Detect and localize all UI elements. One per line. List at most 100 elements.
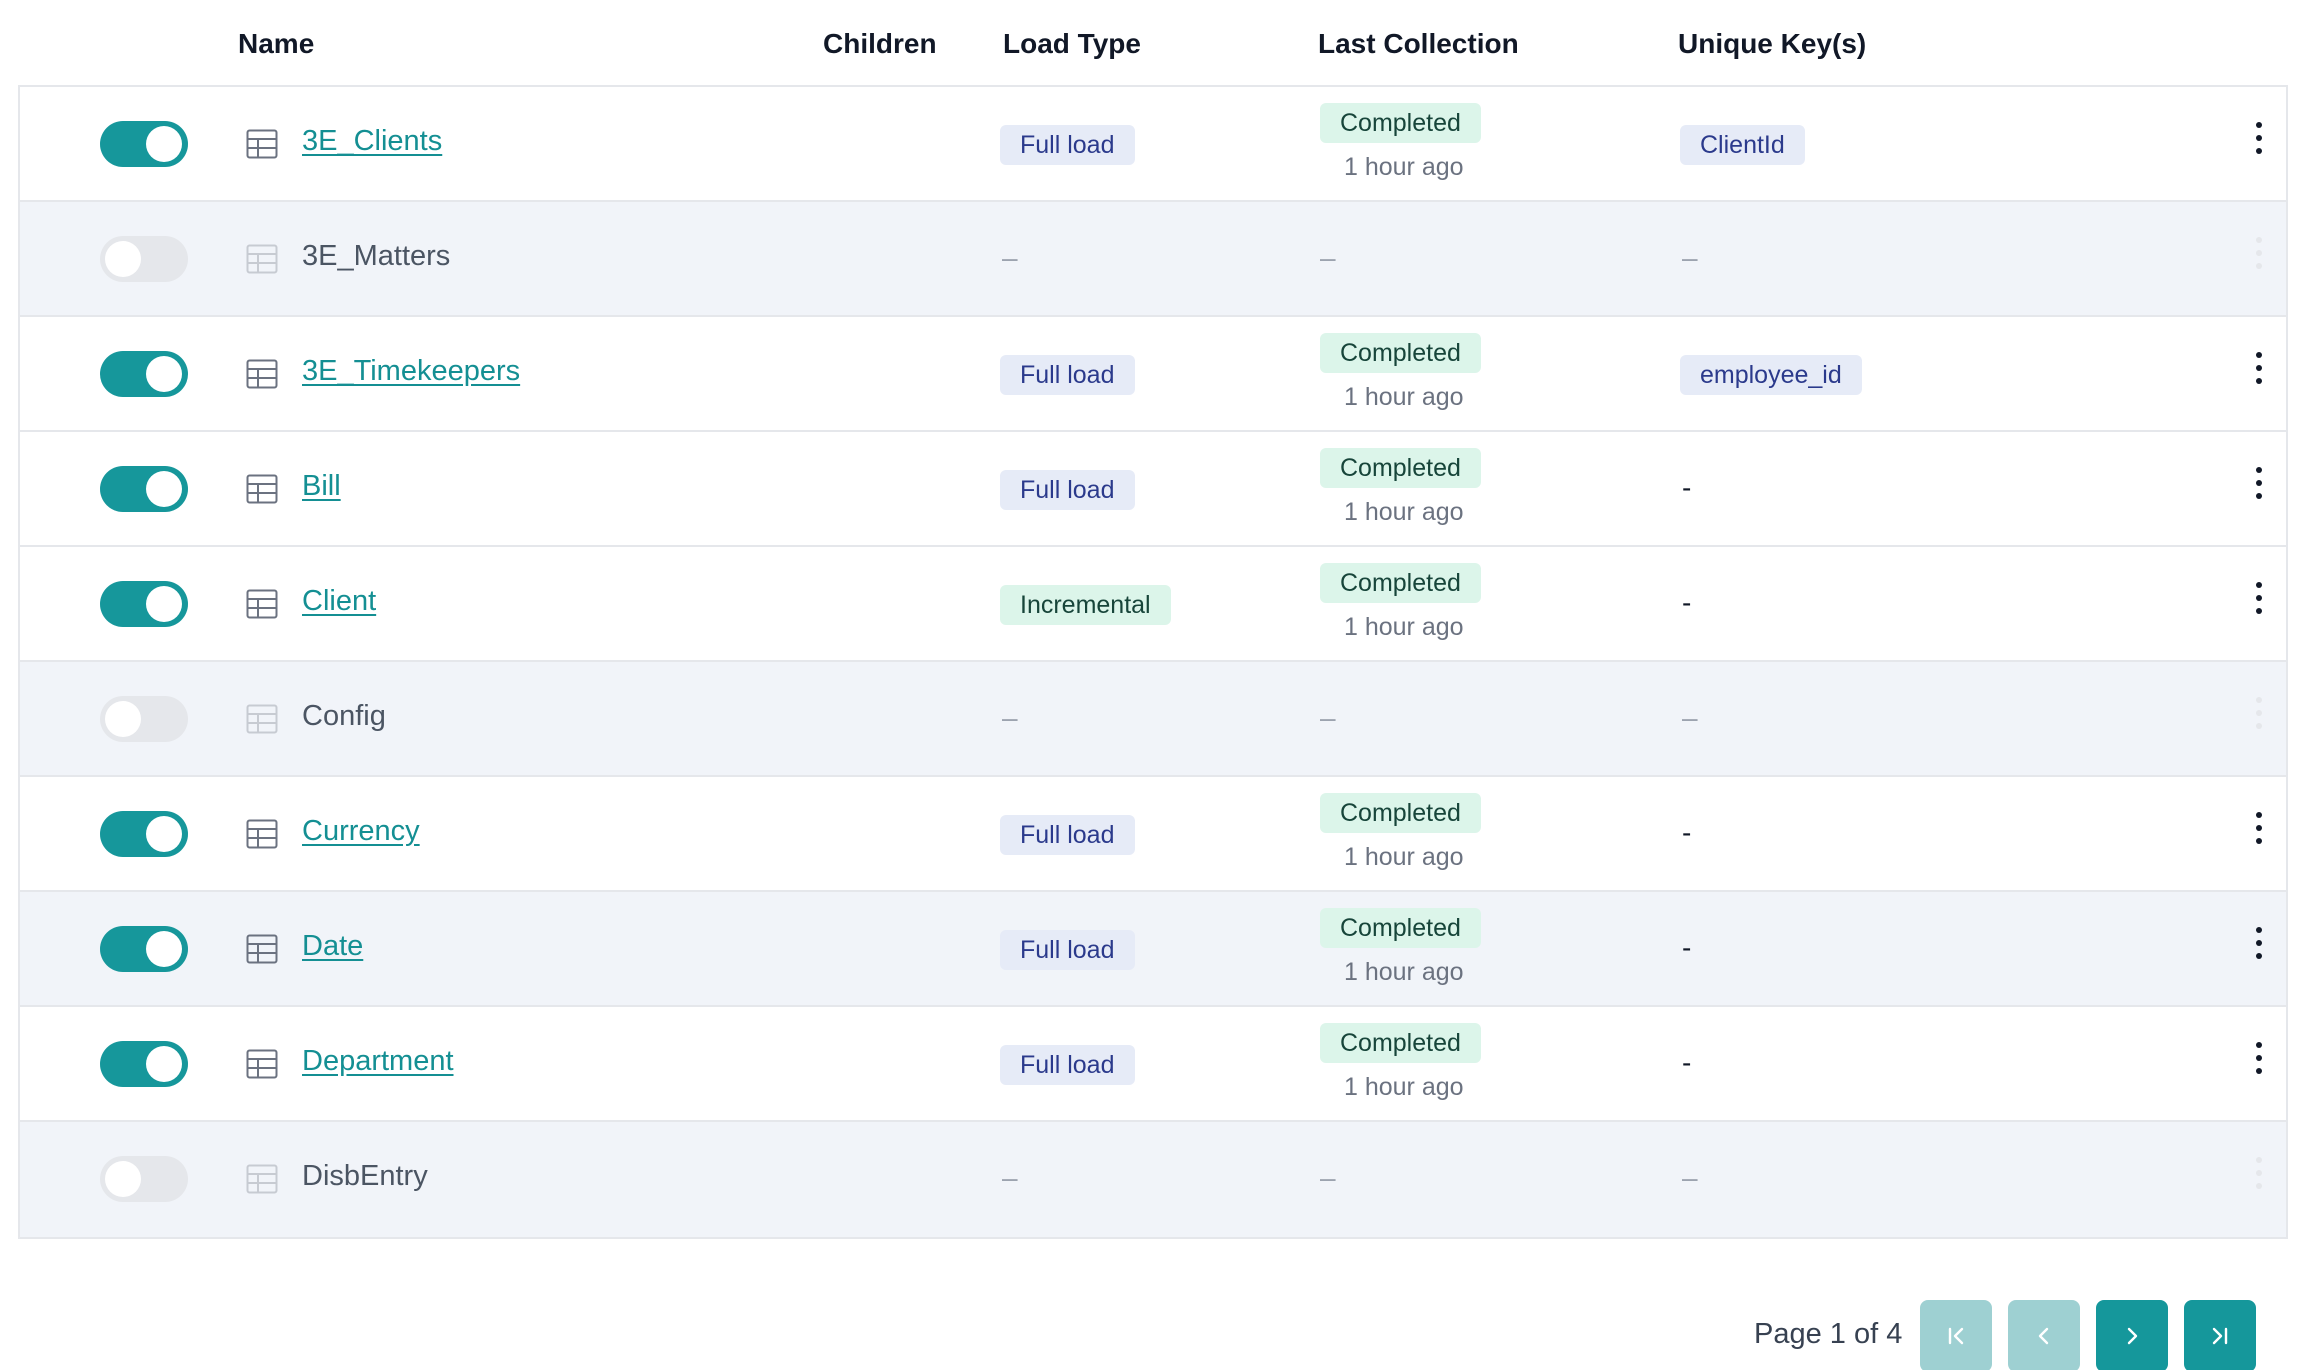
first-page-icon — [1948, 1327, 1964, 1345]
toggle-knob — [146, 586, 182, 622]
enable-toggle[interactable] — [100, 581, 188, 627]
toggle-knob — [146, 931, 182, 967]
enable-toggle[interactable] — [100, 696, 188, 742]
enable-toggle[interactable] — [100, 926, 188, 972]
dot — [2256, 838, 2262, 844]
dot — [2256, 1042, 2262, 1048]
row-menu-button[interactable] — [2246, 1037, 2272, 1089]
table-row: 3E_Matters – – – — [20, 202, 2286, 317]
table-name-link[interactable]: Date — [302, 930, 363, 963]
dot — [2256, 250, 2262, 256]
table-name-link[interactable]: Currency — [302, 815, 420, 848]
row-menu-button[interactable] — [2246, 922, 2272, 974]
column-header-last-collection[interactable]: Last Collection — [1318, 28, 1519, 60]
last-collection-time: 1 hour ago — [1344, 1073, 1464, 1101]
dot — [2256, 122, 2262, 128]
last-page-button[interactable] — [2184, 1300, 2256, 1370]
dot — [2256, 237, 2262, 243]
chevron-right-icon — [2127, 1327, 2138, 1345]
enable-toggle[interactable] — [100, 351, 188, 397]
last-collection-time: 1 hour ago — [1344, 498, 1464, 526]
unique-key-badge: ClientId — [1680, 125, 1805, 165]
dot — [2256, 710, 2262, 716]
enable-toggle[interactable] — [100, 811, 188, 857]
row-menu-button — [2246, 692, 2272, 744]
previous-page-button[interactable] — [2008, 1300, 2080, 1370]
last-collection-time: 1 hour ago — [1344, 153, 1464, 181]
table-name-link[interactable]: 3E_Clients — [302, 125, 442, 158]
row-menu-button[interactable] — [2246, 347, 2272, 399]
table-icon — [246, 819, 278, 849]
load-type-badge: Full load — [1000, 470, 1135, 510]
table-name-link[interactable]: Department — [302, 1045, 454, 1078]
column-header-unique-keys[interactable]: Unique Key(s) — [1678, 28, 1866, 60]
tables-list: 3E_Clients Full load Completed 1 hour ago Cl… — [18, 85, 2288, 1239]
dot — [2256, 595, 2262, 601]
table-name-link: 3E_Matters — [302, 240, 451, 272]
dot — [2256, 812, 2262, 818]
chevron-left-icon — [2038, 1327, 2049, 1345]
load-type-badge: Full load — [1000, 815, 1135, 855]
enable-toggle[interactable] — [100, 1156, 188, 1202]
dot — [2256, 378, 2262, 384]
table-row: Date Full load Completed 1 hour ago - — [20, 892, 2286, 1007]
dot — [2256, 263, 2262, 269]
enable-toggle[interactable] — [100, 466, 188, 512]
table-name-link[interactable]: 3E_Timekeepers — [302, 355, 520, 388]
table-row: Config – – – — [20, 662, 2286, 777]
table-icon — [246, 1164, 278, 1194]
load-type-badge: Full load — [1000, 355, 1135, 395]
dot — [2256, 1183, 2262, 1189]
toggle-knob — [146, 356, 182, 392]
status-badge: Completed — [1320, 563, 1481, 603]
unique-key-empty: – — [1682, 702, 1698, 733]
dot — [2256, 608, 2262, 614]
table-header: Name Children Load Type Last Collection … — [18, 0, 2288, 86]
table-name-link: Config — [302, 700, 386, 732]
table-icon — [246, 359, 278, 389]
table-name-link[interactable]: Bill — [302, 470, 341, 503]
load-type-badge: Full load — [1000, 1045, 1135, 1085]
enable-toggle[interactable] — [100, 236, 188, 282]
last-collection-empty: – — [1320, 242, 1336, 273]
column-header-load-type[interactable]: Load Type — [1003, 28, 1141, 60]
toggle-knob — [146, 816, 182, 852]
unique-key-empty: - — [1682, 817, 1692, 848]
dot — [2256, 927, 2262, 933]
load-type-empty: – — [1002, 242, 1018, 273]
page-indicator: Page 1 of 4 — [1754, 1318, 1903, 1350]
unique-key-badge: employee_id — [1680, 355, 1862, 395]
status-badge: Completed — [1320, 103, 1481, 143]
last-collection-empty: – — [1320, 1162, 1336, 1193]
last-page-icon — [2212, 1327, 2228, 1345]
status-badge: Completed — [1320, 908, 1481, 948]
row-menu-button — [2246, 232, 2272, 284]
dot — [2256, 697, 2262, 703]
table-name-link[interactable]: Client — [302, 585, 376, 618]
row-menu-button[interactable] — [2246, 117, 2272, 169]
table-icon — [246, 589, 278, 619]
next-page-button[interactable] — [2096, 1300, 2168, 1370]
table-row: 3E_Clients Full load Completed 1 hour ago Cl… — [20, 87, 2286, 202]
table-row: Bill Full load Completed 1 hour ago - — [20, 432, 2286, 547]
column-header-name[interactable]: Name — [238, 28, 314, 60]
dot — [2256, 1170, 2262, 1176]
dot — [2256, 467, 2262, 473]
table-row: DisbEntry – – – — [20, 1122, 2286, 1237]
dot — [2256, 365, 2262, 371]
table-icon — [246, 934, 278, 964]
row-menu-button[interactable] — [2246, 462, 2272, 514]
enable-toggle[interactable] — [100, 121, 188, 167]
dot — [2256, 953, 2262, 959]
row-menu-button[interactable] — [2246, 807, 2272, 859]
enable-toggle[interactable] — [100, 1041, 188, 1087]
table-row: Currency Full load Completed 1 hour ago - — [20, 777, 2286, 892]
dot — [2256, 1068, 2262, 1074]
last-collection-empty: – — [1320, 702, 1336, 733]
table-icon — [246, 1049, 278, 1079]
row-menu-button[interactable] — [2246, 577, 2272, 629]
column-header-children[interactable]: Children — [823, 28, 937, 60]
last-collection-time: 1 hour ago — [1344, 958, 1464, 986]
load-type-badge: Full load — [1000, 930, 1135, 970]
first-page-button[interactable] — [1920, 1300, 1992, 1370]
